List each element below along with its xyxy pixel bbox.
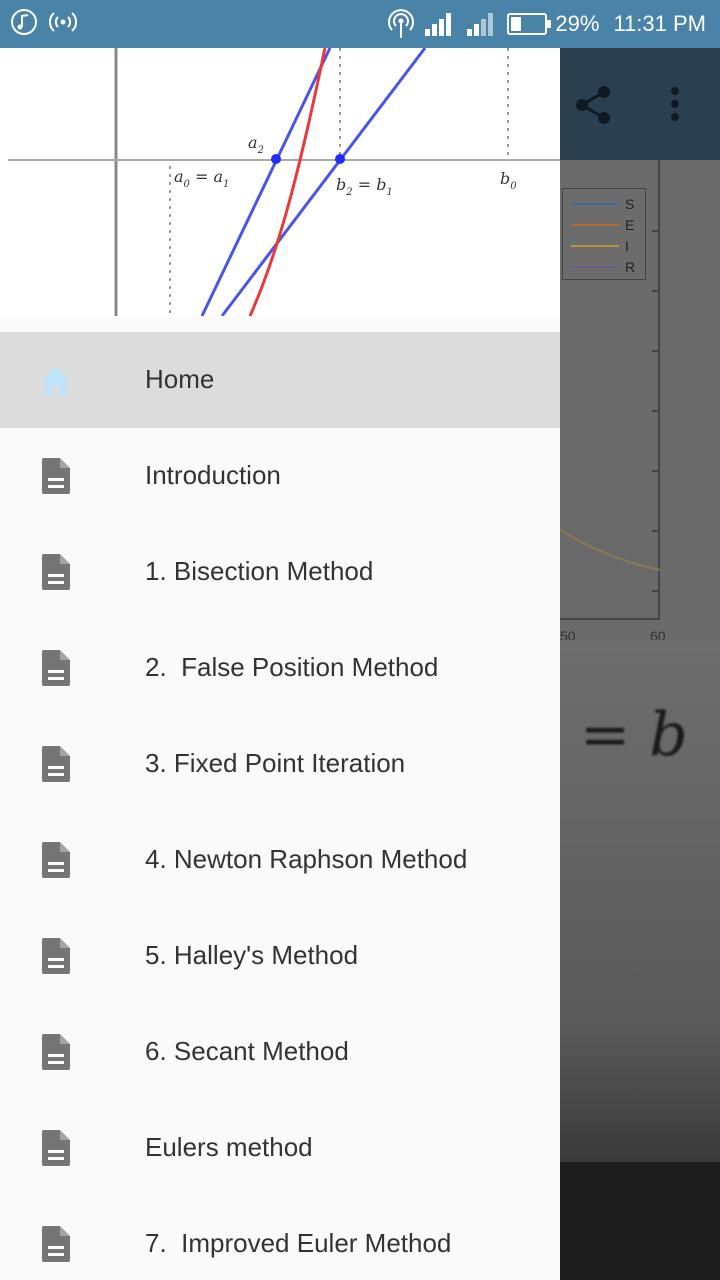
math-fragment: = b bbox=[580, 700, 688, 770]
document-icon bbox=[42, 938, 70, 974]
drawer-menu: Home Introduction 1. Bisection Method 2.… bbox=[0, 332, 560, 1280]
background-content: = b bbox=[560, 640, 720, 1280]
document-icon bbox=[42, 1226, 70, 1262]
broadcast-icon bbox=[48, 12, 78, 32]
overflow-menu-icon[interactable] bbox=[668, 86, 682, 126]
menu-item-false-position-method[interactable]: 2. False Position Method bbox=[0, 620, 560, 716]
bisection-graph: a2 a0 = a1 b2 = b1 b0 bbox=[8, 48, 560, 317]
status-bar: 29% 11:31 PM bbox=[0, 0, 720, 48]
menu-item-label: 1. Bisection Method bbox=[145, 556, 374, 586]
share-icon[interactable] bbox=[572, 84, 614, 126]
menu-item-label: 4. Newton Raphson Method bbox=[145, 844, 468, 874]
menu-item-bisection-method[interactable]: 1. Bisection Method bbox=[0, 524, 560, 620]
menu-item-label: Introduction bbox=[145, 460, 281, 490]
document-icon bbox=[42, 1130, 70, 1166]
menu-item-introduction[interactable]: Introduction bbox=[0, 428, 560, 524]
document-icon bbox=[42, 458, 70, 494]
menu-item-home[interactable]: Home bbox=[0, 332, 560, 428]
drawer-header-figure: a2 a0 = a1 b2 = b1 b0 bbox=[0, 48, 560, 317]
menu-item-label: 7. Improved Euler Method bbox=[145, 1228, 452, 1258]
chart-axis bbox=[560, 618, 660, 620]
home-icon bbox=[40, 366, 72, 396]
document-icon bbox=[42, 650, 70, 686]
menu-item-improved-euler-method[interactable]: 7. Improved Euler Method bbox=[0, 1196, 560, 1280]
clock: 11:31 PM bbox=[613, 11, 706, 36]
menu-item-fixed-point-iteration[interactable]: 3. Fixed Point Iteration bbox=[0, 716, 560, 812]
menu-item-eulers-method[interactable]: Eulers method bbox=[0, 1100, 560, 1196]
background-app: S E I R 50 60 = b bbox=[560, 48, 720, 1280]
document-icon bbox=[42, 1034, 70, 1070]
menu-item-newton-raphson-method[interactable]: 4. Newton Raphson Method bbox=[0, 812, 560, 908]
menu-item-label: 5. Halley's Method bbox=[145, 940, 359, 970]
menu-item-label: 3. Fixed Point Iteration bbox=[145, 748, 406, 778]
svg-text:b2 = b1: b2 = b1 bbox=[336, 175, 393, 198]
svg-text:b0: b0 bbox=[500, 169, 517, 192]
background-chart: S E I R 50 60 bbox=[560, 160, 720, 644]
document-icon bbox=[42, 554, 70, 590]
music-note-icon bbox=[11, 9, 37, 35]
svg-text:a2: a2 bbox=[248, 133, 264, 156]
svg-text:a0 = a1: a0 = a1 bbox=[174, 167, 229, 190]
battery-percent: 29% bbox=[555, 11, 600, 36]
document-icon bbox=[42, 842, 70, 878]
hotspot-icon bbox=[388, 9, 415, 38]
menu-item-label: 2. False Position Method bbox=[145, 652, 439, 682]
navigation-drawer: a2 a0 = a1 b2 = b1 b0 Home Introduction … bbox=[0, 48, 560, 1280]
menu-item-label: Eulers method bbox=[145, 1132, 313, 1162]
menu-item-secant-method[interactable]: 6. Secant Method bbox=[0, 1004, 560, 1100]
menu-item-label: 6. Secant Method bbox=[145, 1036, 349, 1066]
signal-icon bbox=[467, 13, 494, 36]
app-toolbar bbox=[560, 48, 720, 160]
menu-item-label: Home bbox=[145, 364, 215, 394]
signal-icon bbox=[425, 13, 452, 36]
chart-legend: S E I R bbox=[562, 188, 646, 280]
menu-item-halleys-method[interactable]: 5. Halley's Method bbox=[0, 908, 560, 1004]
document-icon bbox=[42, 746, 70, 782]
battery-icon bbox=[507, 13, 552, 35]
